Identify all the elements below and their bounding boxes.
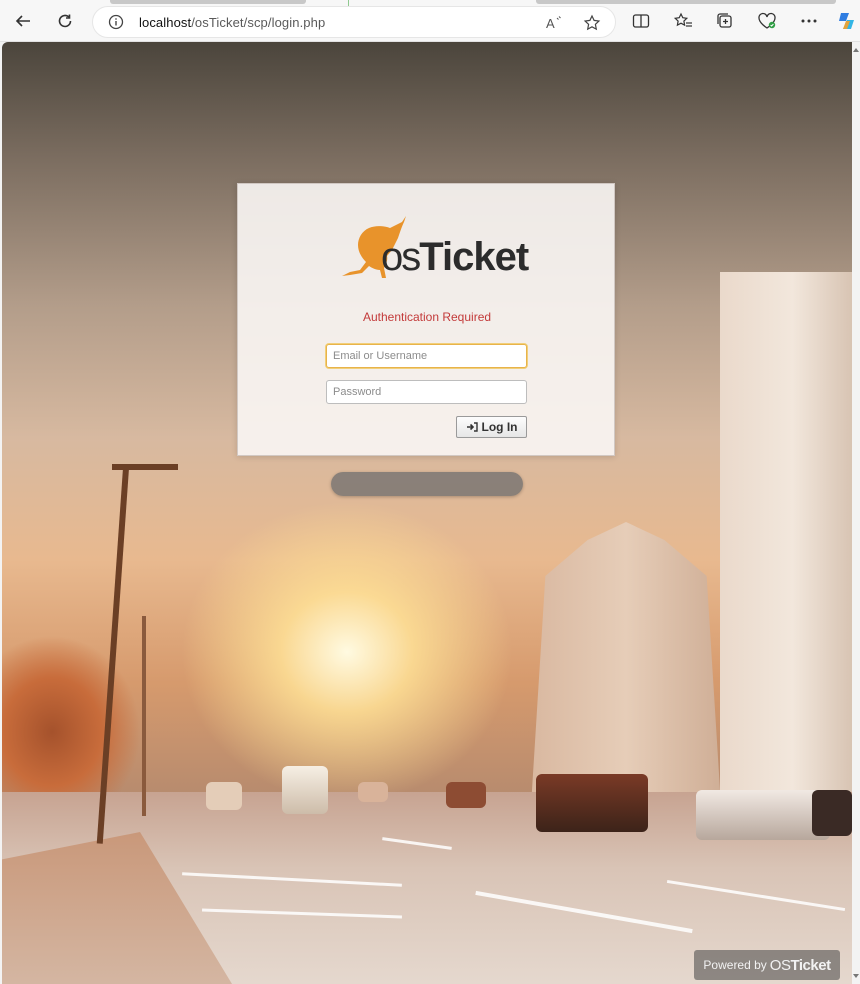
copilot-icon[interactable]: [834, 10, 858, 32]
url-path: /osTicket/scp/login.php: [191, 14, 326, 30]
back-arrow-icon[interactable]: [10, 8, 36, 34]
powered-by-badge[interactable]: Powered by OSTicket: [694, 950, 840, 980]
url-host: localhost: [139, 14, 192, 30]
tab-edge: [536, 0, 836, 4]
refresh-icon[interactable]: [52, 8, 78, 34]
browser-toolbar: localhost/osTicket/scp/login.php A: [0, 0, 860, 42]
background-car: [282, 766, 328, 814]
address-bar[interactable]: localhost/osTicket/scp/login.php A: [92, 6, 616, 38]
star-icon[interactable]: [583, 14, 601, 32]
browser-essentials-icon[interactable]: [756, 10, 778, 32]
info-icon[interactable]: [107, 13, 125, 31]
login-box: osTicket Authentication Required Log In: [237, 183, 615, 456]
favorites-icon[interactable]: [672, 10, 694, 32]
brand-name: Ticket: [419, 235, 529, 279]
street-lamp: [142, 616, 146, 816]
more-icon[interactable]: [798, 10, 820, 32]
scroll-up-icon[interactable]: [853, 46, 859, 54]
scroll-down-icon[interactable]: [853, 972, 859, 980]
sign-in-icon: [466, 422, 478, 432]
background-car: [358, 782, 388, 802]
collections-icon[interactable]: [714, 10, 736, 32]
background-car: [446, 782, 486, 808]
background-car: [536, 774, 648, 832]
street-lamp: [112, 464, 178, 470]
read-aloud-icon[interactable]: A: [545, 14, 563, 32]
tab-edge: [110, 0, 306, 4]
brand-logo: osTicket: [338, 212, 529, 280]
authentication-message: Authentication Required: [362, 310, 492, 324]
background-car: [812, 790, 852, 836]
background-car: [206, 782, 242, 810]
url-text[interactable]: localhost/osTicket/scp/login.php: [139, 15, 325, 30]
brand-wordmark: osTicket: [381, 235, 529, 280]
background-car: [696, 790, 830, 840]
split-screen-icon[interactable]: [630, 10, 652, 32]
background-building: [720, 272, 852, 832]
footer-brand-name: Ticket: [790, 956, 831, 974]
page-viewport: osTicket Authentication Required Log In …: [2, 42, 852, 984]
loading-indicator: [331, 472, 523, 496]
login-button[interactable]: Log In: [456, 416, 527, 438]
footer-brand: OSTicket: [770, 957, 831, 974]
scrollbar[interactable]: [852, 42, 860, 984]
brand-prefix: os: [381, 235, 421, 279]
svg-text:A: A: [546, 16, 555, 31]
password-input[interactable]: [326, 380, 527, 404]
footer-brand-prefix: OS: [769, 956, 791, 974]
powered-by-label: Powered by: [703, 958, 767, 972]
username-input[interactable]: [326, 344, 527, 368]
login-button-label: Log In: [481, 420, 518, 434]
